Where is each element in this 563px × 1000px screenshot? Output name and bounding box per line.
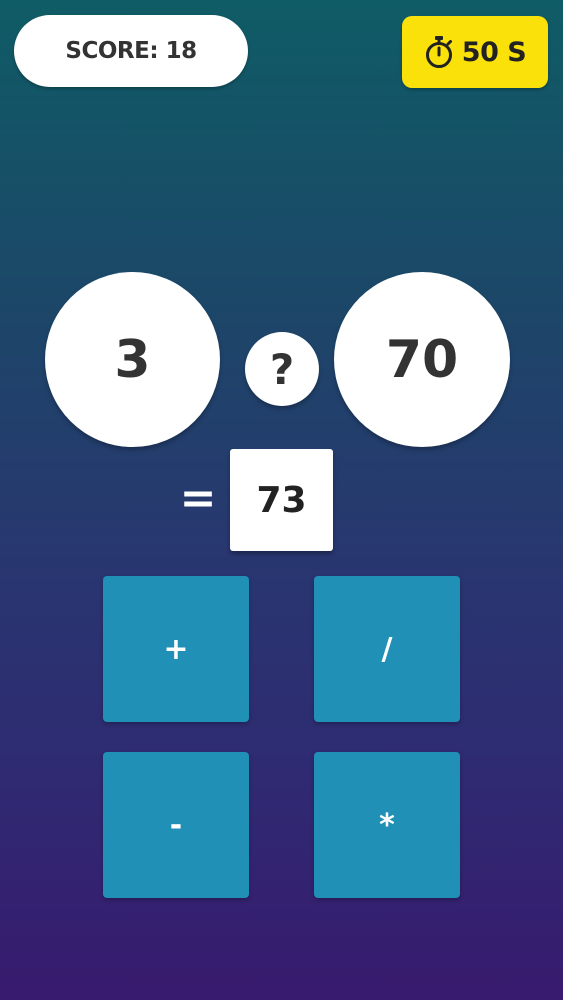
score-label: SCORE:: [65, 38, 159, 64]
result-value: 73: [230, 449, 333, 551]
left-operand: 3: [45, 272, 220, 447]
timer-value: 50 S: [461, 36, 527, 68]
divide-button[interactable]: /: [314, 576, 460, 722]
timer-display: 50 S: [402, 16, 548, 88]
operator-placeholder: ?: [245, 332, 319, 406]
score-value: 18: [165, 38, 198, 64]
multiply-button[interactable]: *: [314, 752, 460, 898]
score-display: SCORE: 18: [14, 15, 248, 87]
right-operand: 70: [334, 272, 510, 447]
equals-sign: =: [179, 472, 217, 524]
minus-button[interactable]: -: [103, 752, 249, 898]
stopwatch-icon: [425, 36, 452, 68]
plus-button[interactable]: +: [103, 576, 249, 722]
